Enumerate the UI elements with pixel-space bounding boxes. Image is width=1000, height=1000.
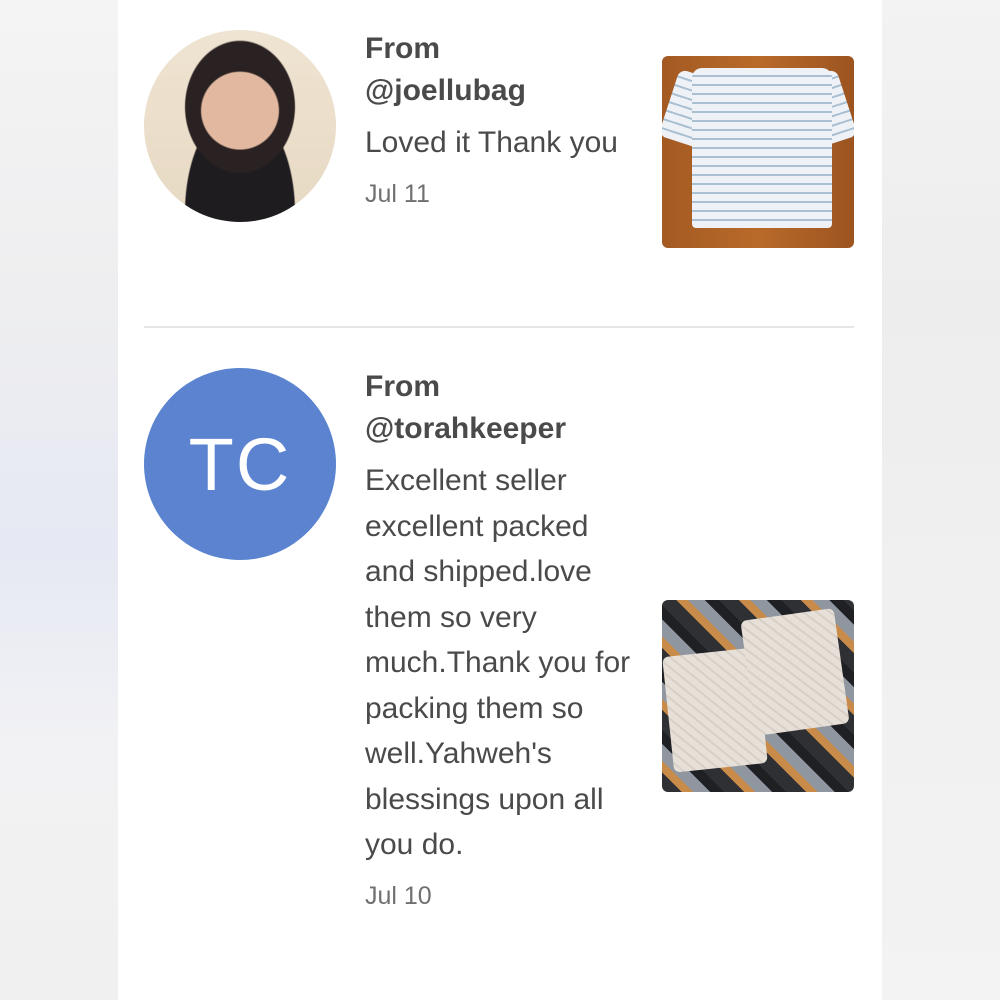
purchased-item-thumbnail[interactable] bbox=[662, 600, 854, 792]
left-blurred-gutter bbox=[0, 0, 118, 1000]
user-avatar-photo[interactable] bbox=[144, 30, 336, 222]
review-item: From @joellubag Loved it Thank you Jul 1… bbox=[144, 0, 854, 326]
reviewer-handle-link[interactable]: @joellubag bbox=[365, 68, 635, 114]
purchased-item-thumbnail[interactable] bbox=[662, 56, 854, 248]
user-avatar-initials[interactable]: TC bbox=[144, 368, 336, 560]
right-blurred-gutter bbox=[882, 0, 1000, 1000]
review-message: Excellent seller excellent packed and sh… bbox=[365, 464, 631, 861]
reviews-panel: From @joellubag Loved it Thank you Jul 1… bbox=[118, 0, 882, 1000]
review-content: From @torahkeeper Excellent seller excel… bbox=[365, 368, 635, 911]
review-content: From @joellubag Loved it Thank you Jul 1… bbox=[365, 30, 635, 209]
review-date: Jul 10 bbox=[365, 881, 432, 910]
avatar-initials: TC bbox=[188, 422, 292, 506]
reviewer-handle-link[interactable]: @torahkeeper bbox=[365, 406, 635, 452]
review-message: Loved it Thank you bbox=[365, 126, 618, 159]
from-label: From bbox=[365, 32, 440, 65]
review-item: TC From @torahkeeper Excellent seller ex… bbox=[144, 328, 854, 1000]
from-label: From bbox=[365, 370, 440, 403]
review-date: Jul 11 bbox=[365, 179, 430, 208]
